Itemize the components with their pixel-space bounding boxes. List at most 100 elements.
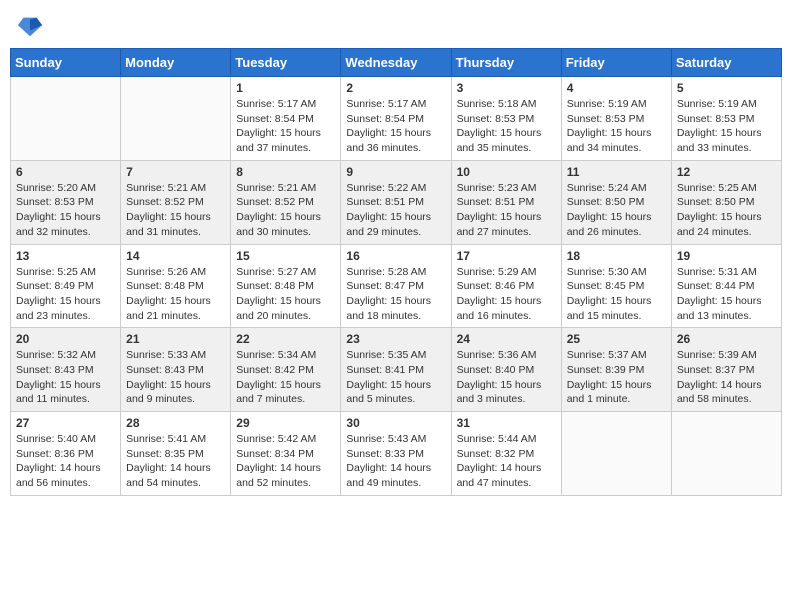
day-info: Sunrise: 5:36 AM Sunset: 8:40 PM Dayligh… [457, 348, 556, 407]
calendar-cell: 2 Sunrise: 5:17 AM Sunset: 8:54 PM Daylig… [341, 77, 451, 161]
day-number: 9 [346, 165, 445, 179]
calendar-cell: 15Sunrise: 5:27 AM Sunset: 8:48 PM Dayli… [231, 244, 341, 328]
day-number: 26 [677, 332, 776, 346]
day-info: Sunrise: 5:17 AM Sunset: 8:54 PM Dayligh… [236, 97, 335, 156]
day-number: 20 [16, 332, 115, 346]
day-header-tuesday: Tuesday [231, 49, 341, 77]
day-info: Sunrise: 5:29 AM Sunset: 8:46 PM Dayligh… [457, 265, 556, 324]
day-number: 24 [457, 332, 556, 346]
calendar-cell: 31 Sunrise: 5:44 AM Sunset: 8:32 PM Dayli… [451, 412, 561, 496]
logo [14, 14, 44, 40]
day-number: 1 [236, 81, 335, 95]
day-info: Sunrise: 5:34 AM Sunset: 8:42 PM Dayligh… [236, 348, 335, 407]
calendar-cell: 18 Sunrise: 5:30 AM Sunset: 8:45 PM Dayli… [561, 244, 671, 328]
calendar-cell: 22 Sunrise: 5:34 AM Sunset: 8:42 PM Dayli… [231, 328, 341, 412]
calendar-cell: 23 Sunrise: 5:35 AM Sunset: 8:41 PM Dayli… [341, 328, 451, 412]
day-number: 31 [457, 416, 556, 430]
day-number: 10 [457, 165, 556, 179]
day-header-saturday: Saturday [671, 49, 781, 77]
calendar-cell: 11 Sunrise: 5:24 AM Sunset: 8:50 PM Dayli… [561, 160, 671, 244]
day-number: 4 [567, 81, 666, 95]
calendar-cell: 4 Sunrise: 5:19 AM Sunset: 8:53 PM Daylig… [561, 77, 671, 161]
calendar-cell: 5Sunrise: 5:19 AM Sunset: 8:53 PM Daylig… [671, 77, 781, 161]
calendar-cell: 13 Sunrise: 5:25 AM Sunset: 8:49 PM Dayli… [11, 244, 121, 328]
day-number: 29 [236, 416, 335, 430]
calendar-cell: 8 Sunrise: 5:21 AM Sunset: 8:52 PM Daylig… [231, 160, 341, 244]
calendar-cell: 1 Sunrise: 5:17 AM Sunset: 8:54 PM Daylig… [231, 77, 341, 161]
day-info: Sunrise: 5:26 AM Sunset: 8:48 PM Dayligh… [126, 265, 225, 324]
calendar-cell: 20 Sunrise: 5:32 AM Sunset: 8:43 PM Dayli… [11, 328, 121, 412]
calendar-cell: 30 Sunrise: 5:43 AM Sunset: 8:33 PM Dayli… [341, 412, 451, 496]
day-number: 19 [677, 249, 776, 263]
day-info: Sunrise: 5:43 AM Sunset: 8:33 PM Dayligh… [346, 432, 445, 491]
calendar-cell: 7 Sunrise: 5:21 AM Sunset: 8:52 PM Daylig… [121, 160, 231, 244]
week-row-1: 1 Sunrise: 5:17 AM Sunset: 8:54 PM Daylig… [11, 77, 782, 161]
calendar-cell: 16Sunrise: 5:28 AM Sunset: 8:47 PM Dayli… [341, 244, 451, 328]
day-info: Sunrise: 5:25 AM Sunset: 8:50 PM Dayligh… [677, 181, 776, 240]
calendar: SundayMondayTuesdayWednesdayThursdayFrid… [10, 48, 782, 496]
day-number: 11 [567, 165, 666, 179]
day-header-sunday: Sunday [11, 49, 121, 77]
day-number: 12 [677, 165, 776, 179]
day-header-monday: Monday [121, 49, 231, 77]
week-row-5: 27 Sunrise: 5:40 AM Sunset: 8:36 PM Dayli… [11, 412, 782, 496]
calendar-cell: 12 Sunrise: 5:25 AM Sunset: 8:50 PM Dayli… [671, 160, 781, 244]
calendar-cell: 25 Sunrise: 5:37 AM Sunset: 8:39 PM Dayli… [561, 328, 671, 412]
week-row-2: 6 Sunrise: 5:20 AM Sunset: 8:53 PM Daylig… [11, 160, 782, 244]
day-number: 7 [126, 165, 225, 179]
day-info: Sunrise: 5:31 AM Sunset: 8:44 PM Dayligh… [677, 265, 776, 324]
day-number: 30 [346, 416, 445, 430]
day-number: 8 [236, 165, 335, 179]
calendar-cell: 21Sunrise: 5:33 AM Sunset: 8:43 PM Dayli… [121, 328, 231, 412]
day-info: Sunrise: 5:35 AM Sunset: 8:41 PM Dayligh… [346, 348, 445, 407]
day-info: Sunrise: 5:40 AM Sunset: 8:36 PM Dayligh… [16, 432, 115, 491]
calendar-cell: 24 Sunrise: 5:36 AM Sunset: 8:40 PM Dayli… [451, 328, 561, 412]
day-number: 16 [346, 249, 445, 263]
day-info: Sunrise: 5:20 AM Sunset: 8:53 PM Dayligh… [16, 181, 115, 240]
day-info: Sunrise: 5:44 AM Sunset: 8:32 PM Dayligh… [457, 432, 556, 491]
calendar-cell: 9Sunrise: 5:22 AM Sunset: 8:51 PM Daylig… [341, 160, 451, 244]
week-row-3: 13 Sunrise: 5:25 AM Sunset: 8:49 PM Dayli… [11, 244, 782, 328]
logo-icon [16, 12, 44, 40]
calendar-cell: 17Sunrise: 5:29 AM Sunset: 8:46 PM Dayli… [451, 244, 561, 328]
day-number: 5 [677, 81, 776, 95]
day-number: 2 [346, 81, 445, 95]
day-number: 15 [236, 249, 335, 263]
day-info: Sunrise: 5:32 AM Sunset: 8:43 PM Dayligh… [16, 348, 115, 407]
calendar-cell: 19 Sunrise: 5:31 AM Sunset: 8:44 PM Dayli… [671, 244, 781, 328]
day-number: 23 [346, 332, 445, 346]
calendar-cell: 28 Sunrise: 5:41 AM Sunset: 8:35 PM Dayli… [121, 412, 231, 496]
day-number: 14 [126, 249, 225, 263]
day-info: Sunrise: 5:19 AM Sunset: 8:53 PM Dayligh… [567, 97, 666, 156]
day-info: Sunrise: 5:21 AM Sunset: 8:52 PM Dayligh… [126, 181, 225, 240]
week-row-4: 20 Sunrise: 5:32 AM Sunset: 8:43 PM Dayli… [11, 328, 782, 412]
calendar-cell: 6 Sunrise: 5:20 AM Sunset: 8:53 PM Daylig… [11, 160, 121, 244]
day-info: Sunrise: 5:37 AM Sunset: 8:39 PM Dayligh… [567, 348, 666, 407]
calendar-cell: 3Sunrise: 5:18 AM Sunset: 8:53 PM Daylig… [451, 77, 561, 161]
day-number: 18 [567, 249, 666, 263]
calendar-cell [121, 77, 231, 161]
day-info: Sunrise: 5:25 AM Sunset: 8:49 PM Dayligh… [16, 265, 115, 324]
calendar-cell: 10Sunrise: 5:23 AM Sunset: 8:51 PM Dayli… [451, 160, 561, 244]
page-header [10, 10, 782, 40]
day-header-wednesday: Wednesday [341, 49, 451, 77]
day-number: 13 [16, 249, 115, 263]
day-number: 22 [236, 332, 335, 346]
day-number: 27 [16, 416, 115, 430]
day-info: Sunrise: 5:17 AM Sunset: 8:54 PM Dayligh… [346, 97, 445, 156]
day-number: 25 [567, 332, 666, 346]
day-info: Sunrise: 5:41 AM Sunset: 8:35 PM Dayligh… [126, 432, 225, 491]
day-info: Sunrise: 5:24 AM Sunset: 8:50 PM Dayligh… [567, 181, 666, 240]
day-info: Sunrise: 5:18 AM Sunset: 8:53 PM Dayligh… [457, 97, 556, 156]
day-number: 28 [126, 416, 225, 430]
calendar-cell: 27 Sunrise: 5:40 AM Sunset: 8:36 PM Dayli… [11, 412, 121, 496]
calendar-cell [11, 77, 121, 161]
calendar-cell [671, 412, 781, 496]
calendar-cell: 29 Sunrise: 5:42 AM Sunset: 8:34 PM Dayli… [231, 412, 341, 496]
day-info: Sunrise: 5:42 AM Sunset: 8:34 PM Dayligh… [236, 432, 335, 491]
day-info: Sunrise: 5:30 AM Sunset: 8:45 PM Dayligh… [567, 265, 666, 324]
days-header-row: SundayMondayTuesdayWednesdayThursdayFrid… [11, 49, 782, 77]
calendar-cell: 26Sunrise: 5:39 AM Sunset: 8:37 PM Dayli… [671, 328, 781, 412]
day-info: Sunrise: 5:21 AM Sunset: 8:52 PM Dayligh… [236, 181, 335, 240]
day-number: 6 [16, 165, 115, 179]
